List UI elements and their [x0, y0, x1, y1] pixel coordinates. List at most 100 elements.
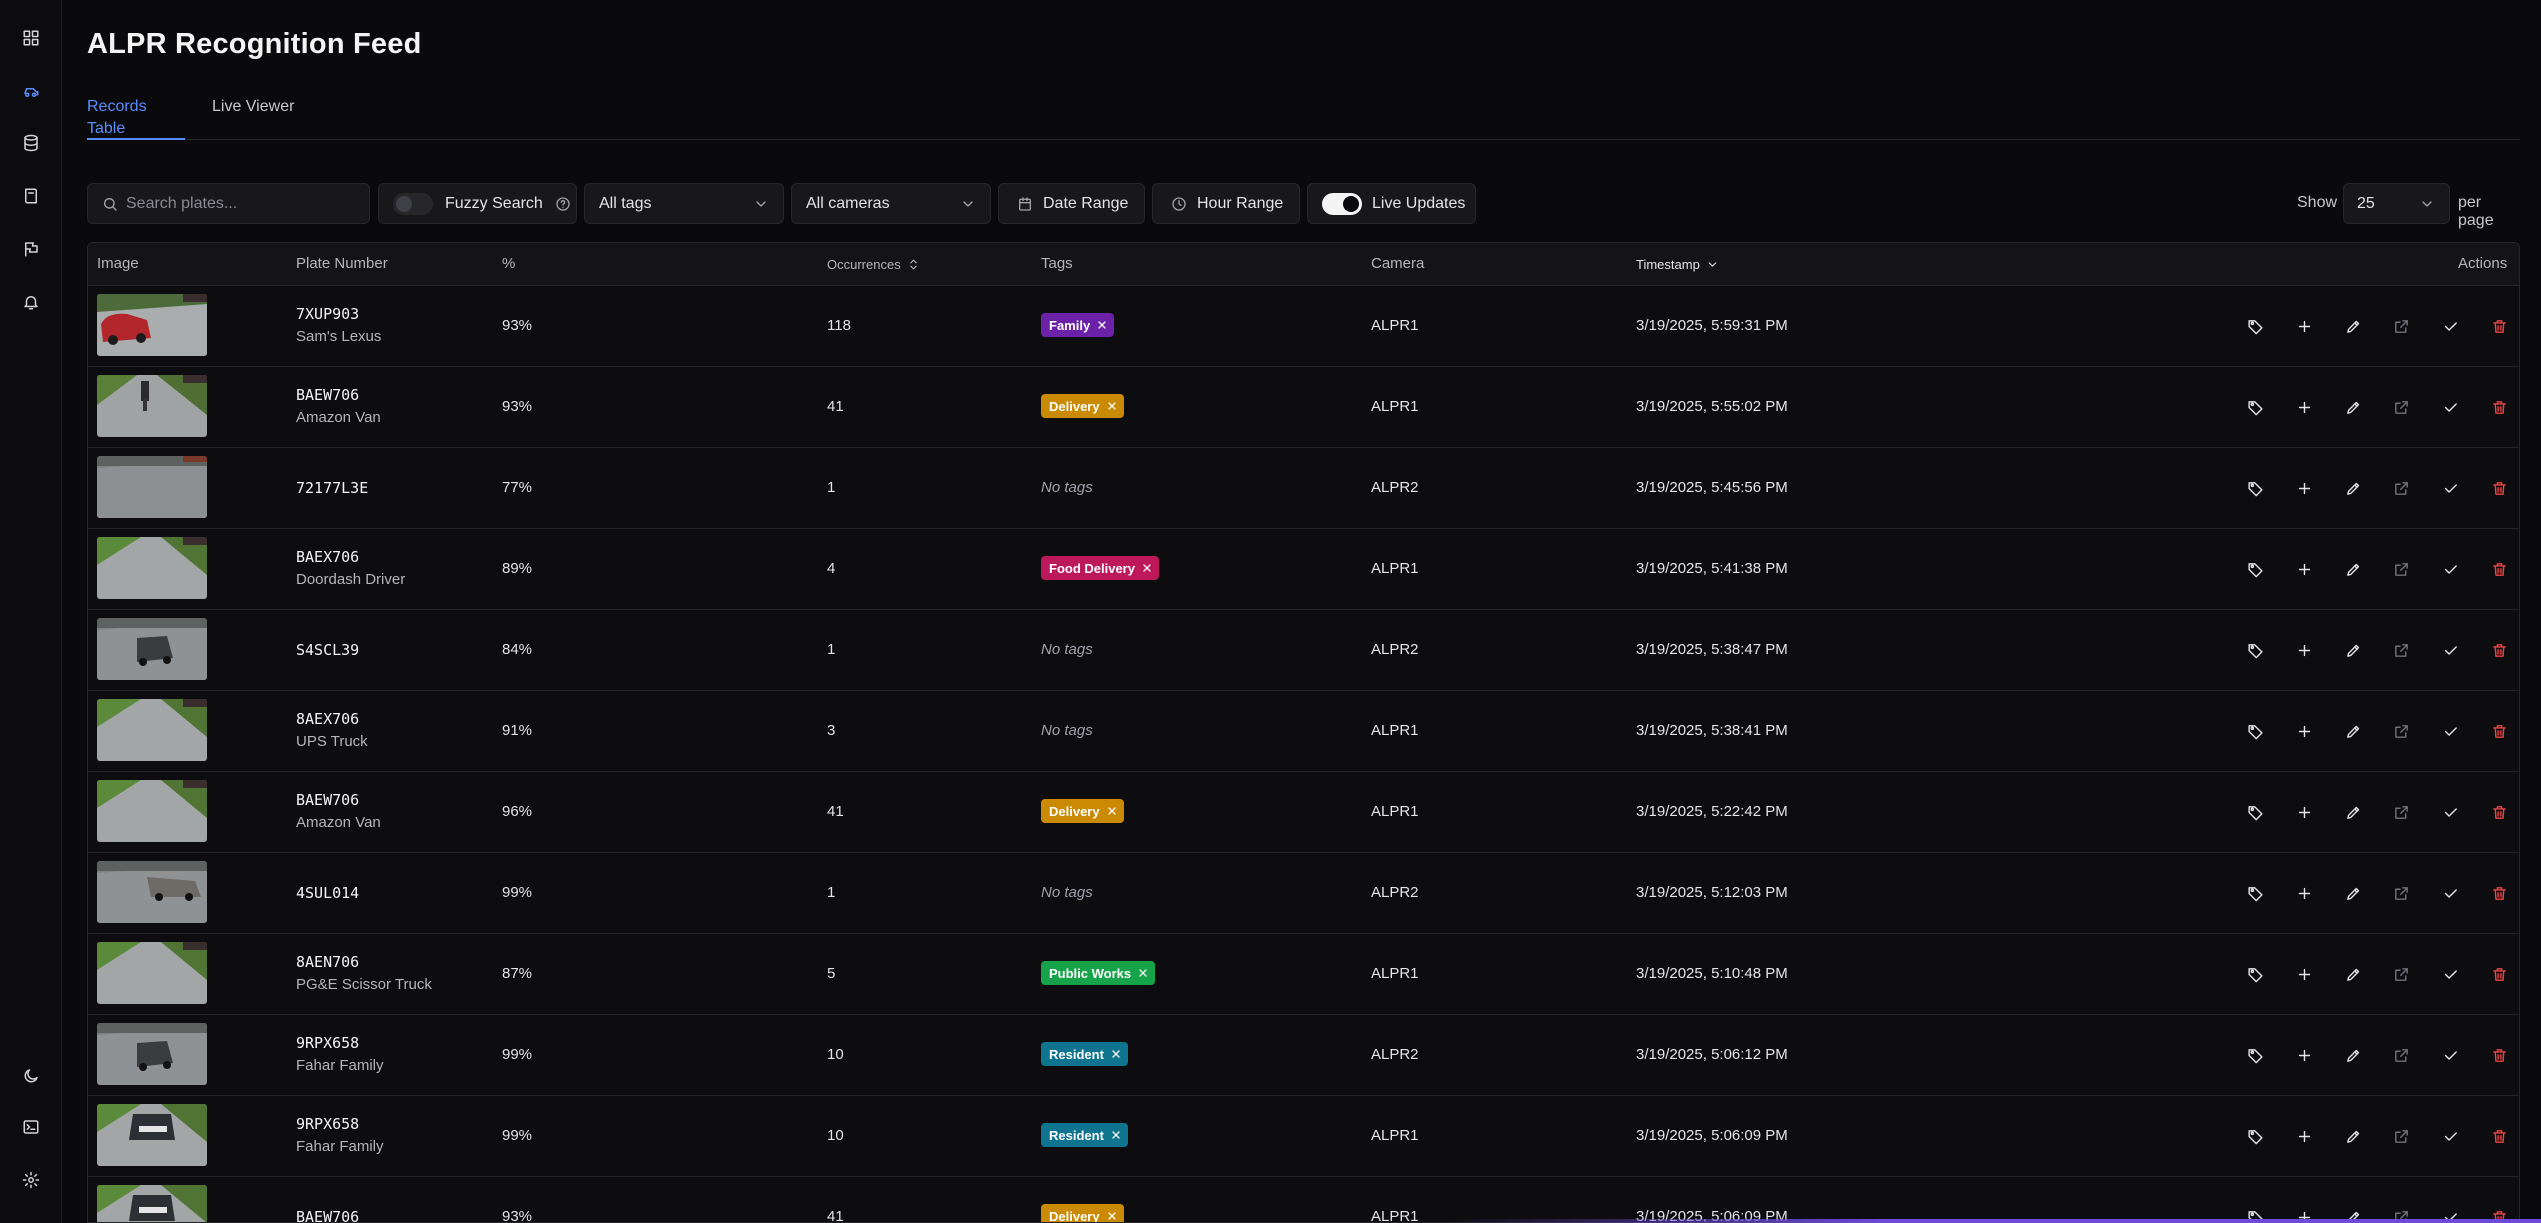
tag-icon[interactable]	[2245, 478, 2265, 498]
pencil-icon[interactable]	[2343, 559, 2363, 579]
header-plate-number[interactable]: Plate Number	[296, 255, 388, 272]
trash-icon[interactable]	[2489, 964, 2509, 984]
database-icon[interactable]	[19, 131, 43, 155]
close-icon[interactable]	[1106, 400, 1118, 412]
plus-icon[interactable]	[2294, 1126, 2314, 1146]
plus-icon[interactable]	[2294, 559, 2314, 579]
table-row[interactable]: BAEW706 Amazon Van 93% 41 Delivery ALPR1 3/19/…	[88, 367, 2519, 448]
plate-number[interactable]: 8AEN706	[296, 953, 359, 971]
check-icon[interactable]	[2440, 316, 2460, 336]
vehicle-thumbnail[interactable]	[97, 294, 207, 356]
plate-number[interactable]: BAEX706	[296, 548, 359, 566]
close-icon[interactable]	[1141, 562, 1153, 574]
tab-records-table[interactable]: Records Table	[87, 96, 185, 140]
dashboard-icon[interactable]	[19, 26, 43, 50]
plate-number[interactable]: 7XUP903	[296, 305, 359, 323]
vehicle-thumbnail[interactable]	[97, 942, 207, 1004]
check-icon[interactable]	[2440, 1045, 2460, 1065]
close-icon[interactable]	[1106, 805, 1118, 817]
per-page-select[interactable]: 25	[2343, 183, 2450, 224]
close-icon[interactable]	[1106, 1210, 1118, 1222]
close-icon[interactable]	[1110, 1048, 1122, 1060]
tag-icon[interactable]	[2245, 316, 2265, 336]
check-icon[interactable]	[2440, 640, 2460, 660]
tab-live-viewer[interactable]: Live Viewer	[212, 96, 294, 140]
plus-icon[interactable]	[2294, 964, 2314, 984]
tag-icon[interactable]	[2245, 721, 2265, 741]
search-box[interactable]	[87, 183, 370, 224]
check-icon[interactable]	[2440, 478, 2460, 498]
pencil-icon[interactable]	[2343, 640, 2363, 660]
check-icon[interactable]	[2440, 883, 2460, 903]
external-link-icon[interactable]	[2391, 478, 2411, 498]
vehicle-thumbnail[interactable]	[97, 861, 207, 923]
bell-icon[interactable]	[19, 290, 43, 314]
plus-icon[interactable]	[2294, 883, 2314, 903]
table-row[interactable]: 9RPX658 Fahar Family 99% 10 Resident ALPR1 3/1…	[88, 1096, 2519, 1177]
live-updates-toggle[interactable]	[1322, 192, 1362, 215]
plate-number[interactable]: BAEW706	[296, 386, 359, 404]
external-link-icon[interactable]	[2391, 316, 2411, 336]
trash-icon[interactable]	[2489, 397, 2509, 417]
external-link-icon[interactable]	[2391, 397, 2411, 417]
plus-icon[interactable]	[2294, 397, 2314, 417]
trash-icon[interactable]	[2489, 1045, 2509, 1065]
external-link-icon[interactable]	[2391, 883, 2411, 903]
flag-icon[interactable]	[19, 237, 43, 261]
trash-icon[interactable]	[2489, 640, 2509, 660]
plus-icon[interactable]	[2294, 478, 2314, 498]
tag-icon[interactable]	[2245, 1126, 2265, 1146]
vehicle-thumbnail[interactable]	[97, 1023, 207, 1085]
plate-number[interactable]: 4SUL014	[296, 884, 359, 902]
check-icon[interactable]	[2440, 721, 2460, 741]
table-row[interactable]: 7XUP903 Sam's Lexus 93% 118 Family ALPR1 3/19/…	[88, 286, 2519, 367]
tag-icon[interactable]	[2245, 883, 2265, 903]
check-icon[interactable]	[2440, 802, 2460, 822]
pencil-icon[interactable]	[2343, 1045, 2363, 1065]
table-row[interactable]: S4SCL39 84% 1 No tags ALPR2 3/19/2025, 5:38:4…	[88, 610, 2519, 691]
external-link-icon[interactable]	[2391, 964, 2411, 984]
tags-select[interactable]: All tags	[584, 183, 784, 224]
plate-number[interactable]: 9RPX658	[296, 1115, 359, 1133]
pencil-icon[interactable]	[2343, 397, 2363, 417]
vehicle-thumbnail[interactable]	[97, 1185, 207, 1222]
vehicle-thumbnail[interactable]	[97, 780, 207, 842]
trash-icon[interactable]	[2489, 802, 2509, 822]
table-row[interactable]: BAEW706 93% 41 Delivery ALPR1 3/19/2025, 5:06…	[88, 1177, 2519, 1222]
pencil-icon[interactable]	[2343, 964, 2363, 984]
table-row[interactable]: 8AEN706 PG&E Scissor Truck 87% 5 Public Work…	[88, 934, 2519, 1015]
plate-number[interactable]: BAEW706	[296, 791, 359, 809]
header-percent[interactable]: %	[502, 255, 515, 272]
pencil-icon[interactable]	[2343, 478, 2363, 498]
moon-icon[interactable]	[19, 1064, 43, 1088]
table-row[interactable]: 8AEX706 UPS Truck 91% 3 No tags ALPR1 3/19/202…	[88, 691, 2519, 772]
trash-icon[interactable]	[2489, 1126, 2509, 1146]
tag-icon[interactable]	[2245, 1045, 2265, 1065]
date-range-button[interactable]: Date Range	[998, 183, 1145, 224]
trash-icon[interactable]	[2489, 883, 2509, 903]
pencil-icon[interactable]	[2343, 802, 2363, 822]
hour-range-button[interactable]: Hour Range	[1152, 183, 1300, 224]
close-icon[interactable]	[1137, 967, 1149, 979]
external-link-icon[interactable]	[2391, 802, 2411, 822]
plate-number[interactable]: 8AEX706	[296, 710, 359, 728]
plate-number[interactable]: 9RPX658	[296, 1034, 359, 1052]
vehicle-thumbnail[interactable]	[97, 699, 207, 761]
external-link-icon[interactable]	[2391, 721, 2411, 741]
plus-icon[interactable]	[2294, 802, 2314, 822]
check-icon[interactable]	[2440, 1126, 2460, 1146]
tag-icon[interactable]	[2245, 640, 2265, 660]
plus-icon[interactable]	[2294, 1045, 2314, 1065]
pencil-icon[interactable]	[2343, 883, 2363, 903]
plate-number[interactable]: 72177L3E	[296, 479, 368, 497]
tag-icon[interactable]	[2245, 559, 2265, 579]
close-icon[interactable]	[1110, 1129, 1122, 1141]
book-icon[interactable]	[19, 184, 43, 208]
trash-icon[interactable]	[2489, 721, 2509, 741]
vehicle-thumbnail[interactable]	[97, 375, 207, 437]
search-input[interactable]	[126, 194, 286, 213]
check-icon[interactable]	[2440, 559, 2460, 579]
plus-icon[interactable]	[2294, 721, 2314, 741]
table-row[interactable]: 4SUL014 99% 1 No tags ALPR2 3/19/2025, 5:12:0…	[88, 853, 2519, 934]
header-camera[interactable]: Camera	[1371, 255, 1424, 272]
